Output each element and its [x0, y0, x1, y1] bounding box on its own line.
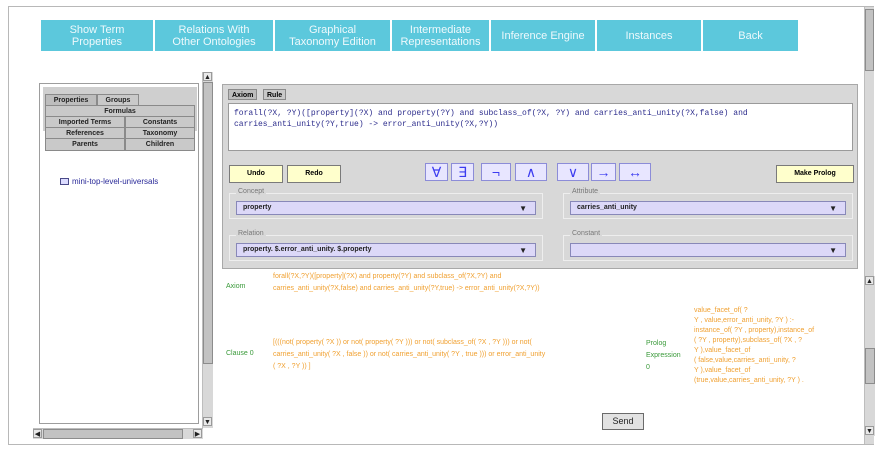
- chevron-down-icon: ▼: [519, 204, 527, 213]
- nav-relations-other-ontologies[interactable]: Relations With Other Ontologies: [155, 20, 273, 51]
- scroll-right-icon[interactable]: ▶: [193, 429, 202, 438]
- formula-editor-panel: Axiom Rule forall(?X, ?Y)([property](?X)…: [222, 84, 858, 269]
- clause-line: carries_anti_unity( ?X , false )) or not…: [273, 351, 546, 358]
- clause-label: Clause 0: [226, 350, 254, 357]
- prolog-label: Prolog: [646, 340, 667, 347]
- prolog-line: Y ),value_facet_of: [694, 347, 751, 354]
- send-button[interactable]: Send: [602, 413, 644, 430]
- formula-line: forall(?X, ?Y)([property](?X) and proper…: [234, 109, 748, 118]
- or-button[interactable]: ∨: [557, 163, 589, 181]
- formula-line: carries_anti_unity(?Y,true) -> error_ant…: [234, 120, 499, 129]
- scroll-up-icon[interactable]: ▲: [203, 72, 212, 81]
- clause-line: [(((not( property( ?X )) or not( propert…: [273, 339, 532, 346]
- prolog-line: Y ),value_facet_of: [694, 367, 751, 374]
- nav-label: Graphical: [308, 23, 357, 36]
- nav-label: Taxonomy Edition: [289, 35, 376, 48]
- nav-show-term-properties[interactable]: Show Term Properties: [41, 20, 153, 51]
- axiom-result-line: carries_anti_unity(?X,false) and carries…: [273, 285, 540, 292]
- left-vertical-scrollbar[interactable]: ▲ ▼: [202, 72, 213, 428]
- nav-label: Representations: [400, 35, 481, 48]
- nav-inference-engine[interactable]: Inference Engine: [491, 20, 595, 51]
- undo-button[interactable]: Undo: [229, 165, 283, 183]
- nav-label: Back: [738, 29, 763, 42]
- concept-label: Concept: [236, 188, 267, 195]
- constant-label: Constant: [570, 230, 603, 237]
- nav-label: Properties: [71, 35, 123, 48]
- constant-group: Constant ▼: [563, 230, 853, 261]
- nav-label: Show Term: [69, 23, 125, 36]
- left-tab-strip: Properties Groups Formulas Imported Term…: [43, 87, 197, 151]
- attribute-label: Attribute: [570, 188, 601, 195]
- left-panel: Properties Groups Formulas Imported Term…: [39, 83, 199, 424]
- scroll-down-icon[interactable]: ▼: [203, 417, 212, 426]
- axiom-result-line: forall(?X,?Y)([property](?X) and propert…: [273, 273, 502, 280]
- tab-rule[interactable]: Rule: [263, 89, 287, 100]
- top-nav-bar: Show Term Properties Relations With Other …: [41, 20, 856, 51]
- concept-group: Concept property ▼: [229, 188, 543, 219]
- clause-line: ( ?X , ?Y )) ]: [273, 363, 311, 370]
- attribute-group: Attribute carries_anti_unity ▼: [563, 188, 853, 219]
- nav-label: Inference Engine: [501, 29, 585, 42]
- left-horizontal-scrollbar[interactable]: ◀ ▶: [33, 428, 203, 439]
- nav-intermediate-representations[interactable]: Intermediate Representations: [392, 20, 489, 51]
- nav-label: Intermediate: [409, 23, 472, 36]
- relation-group: Relation property. $.error_anti_unity. $…: [229, 230, 543, 261]
- make-prolog-button[interactable]: Make Prolog: [776, 165, 854, 183]
- iff-button[interactable]: ↔: [619, 163, 651, 181]
- relation-label: Relation: [236, 230, 266, 237]
- concept-select[interactable]: property ▼: [236, 201, 536, 215]
- nav-label: Other Ontologies: [172, 35, 256, 48]
- nav-label: Instances: [625, 29, 673, 42]
- relation-select[interactable]: property. $.error_anti_unity. $.property…: [236, 243, 536, 257]
- prolog-label: 0: [646, 364, 650, 371]
- results-scroll-thumb[interactable]: [865, 348, 875, 384]
- scroll-left-icon[interactable]: ◀: [33, 429, 42, 438]
- concept-value: property: [243, 204, 272, 211]
- and-button[interactable]: ∧: [515, 163, 547, 181]
- formula-textarea[interactable]: forall(?X, ?Y)([property](?X) and proper…: [228, 103, 853, 151]
- nav-back[interactable]: Back: [703, 20, 798, 51]
- chevron-down-icon: ▼: [829, 246, 837, 255]
- not-button[interactable]: ¬: [481, 163, 511, 181]
- constant-select[interactable]: ▼: [570, 243, 846, 257]
- forall-button[interactable]: ∀: [425, 163, 448, 181]
- prolog-line: instance_of( ?Y , property),instance_of: [694, 327, 815, 334]
- left-scroll-thumb[interactable]: [203, 82, 213, 364]
- axiom-result-label: Axiom: [226, 283, 246, 290]
- exists-button[interactable]: ∃: [451, 163, 474, 181]
- prolog-line: ( false,value,carries_anti_unity, ?: [694, 357, 796, 364]
- results-vertical-scrollbar[interactable]: ▲ ▼: [864, 276, 875, 436]
- nav-label: Relations With: [178, 23, 250, 36]
- chevron-down-icon: ▼: [829, 204, 837, 213]
- attribute-select[interactable]: carries_anti_unity ▼: [570, 201, 846, 215]
- implies-button[interactable]: →: [591, 163, 616, 181]
- folder-icon: [60, 178, 69, 185]
- prolog-line: (true,value,carries_anti_unity, ?Y ) .: [694, 377, 804, 384]
- prolog-line: ( ?Y , property),subclass_of( ?X , ?: [694, 337, 803, 344]
- redo-button[interactable]: Redo: [287, 165, 341, 183]
- tree-item-label: mini-top-level-universals: [72, 177, 159, 186]
- nav-instances[interactable]: Instances: [597, 20, 701, 51]
- tab-parents[interactable]: Parents: [45, 138, 125, 151]
- prolog-line: value_facet_of( ?: [694, 307, 748, 314]
- left-hscroll-thumb[interactable]: [43, 429, 183, 439]
- prolog-label: Expression: [646, 352, 681, 359]
- tab-axiom[interactable]: Axiom: [228, 89, 258, 100]
- nav-graphical-taxonomy-edition[interactable]: Graphical Taxonomy Edition: [275, 20, 390, 51]
- prolog-expression: value_facet_of( ? Y , value,error_anti_u…: [694, 306, 860, 386]
- tab-children[interactable]: Children: [125, 138, 195, 151]
- chevron-down-icon: ▼: [519, 246, 527, 255]
- attribute-value: carries_anti_unity: [577, 204, 637, 211]
- scroll-down-icon[interactable]: ▼: [865, 426, 874, 435]
- tree-item-mini-top-level-universals[interactable]: mini-top-level-universals: [60, 177, 158, 186]
- scroll-up-icon[interactable]: ▲: [865, 276, 874, 285]
- relation-value: property. $.error_anti_unity. $.property: [243, 246, 372, 253]
- window-scroll-thumb[interactable]: [865, 9, 874, 71]
- prolog-line: Y , value,error_anti_unity, ?Y ) :-: [694, 317, 794, 324]
